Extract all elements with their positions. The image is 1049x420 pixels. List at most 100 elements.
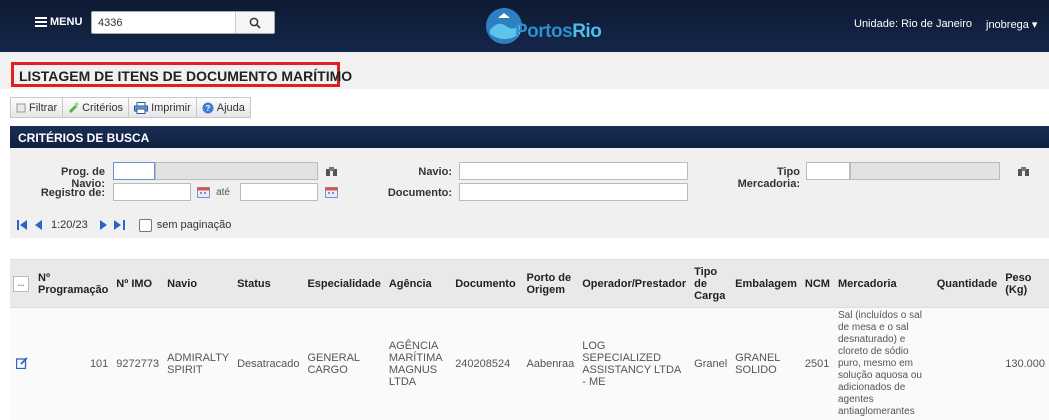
brand-part1: Portos — [515, 21, 572, 42]
cell-navio: ADMIRALTY SPIRIT — [163, 308, 233, 420]
cell-especialidade: GENERAL CARGO — [303, 308, 384, 420]
column-options-label: ... — [18, 279, 25, 288]
column-header-programacao[interactable]: Nº Programação — [34, 260, 112, 308]
help-button[interactable]: ? Ajuda — [196, 97, 251, 118]
search-icon — [249, 17, 261, 29]
cell-embalagem: GRANEL SOLIDO — [731, 308, 801, 420]
menu-button[interactable]: MENU — [35, 15, 82, 29]
global-search — [91, 11, 275, 34]
binoculars-icon — [1017, 166, 1030, 177]
column-header-embalagem[interactable]: Embalagem — [731, 260, 801, 308]
registro-from-input[interactable] — [113, 183, 191, 201]
cell-tipo-carga: Granel — [690, 308, 731, 420]
column-header-navio[interactable]: Navio — [163, 260, 233, 308]
column-header-status[interactable]: Status — [233, 260, 303, 308]
table-row[interactable]: 101 9272773 ADMIRALTY SPIRIT Desatracado… — [10, 308, 1049, 420]
tipo-mercadoria-lookup-button[interactable] — [1014, 162, 1032, 180]
first-page-button[interactable] — [15, 218, 29, 232]
column-header-porto-origem[interactable]: Porto de Origem — [523, 260, 579, 308]
ate-label: até — [216, 187, 230, 198]
results-table: ... Nº Programação Nº IMO Navio Status E… — [10, 259, 1049, 420]
criteria-label: Critérios — [82, 102, 123, 114]
unit-label: Unidade: Rio de Janeiro — [854, 18, 972, 30]
prog-navio-description — [155, 162, 318, 180]
column-header-documento[interactable]: Documento — [451, 260, 522, 308]
column-header-mercadoria[interactable]: Mercadoria — [834, 260, 933, 308]
navio-label: Navio: — [400, 166, 452, 178]
registro-label: Registro de: — [30, 187, 105, 199]
criteria-icon — [68, 102, 79, 113]
column-header-imo[interactable]: Nº IMO — [112, 260, 163, 308]
page-range: 1:20/23 — [51, 219, 88, 231]
svg-text:?: ? — [205, 104, 210, 113]
user-menu[interactable]: jnobrega ▾ — [986, 18, 1037, 31]
page-title: LISTAGEM DE ITENS DE DOCUMENTO MARÍTIMO — [11, 62, 340, 87]
search-input[interactable] — [92, 12, 244, 33]
registro-to-input[interactable] — [240, 183, 318, 201]
column-header-peso[interactable]: Peso (Kg) — [1001, 260, 1049, 308]
filter-label: Filtrar — [29, 102, 57, 114]
criteria-button[interactable]: Critérios — [62, 97, 129, 118]
prev-page-button[interactable] — [32, 218, 46, 232]
column-header-tipo-carga[interactable]: Tipo de Carga — [690, 260, 731, 308]
row-edit-cell[interactable] — [10, 308, 34, 420]
documento-input[interactable] — [459, 183, 688, 201]
tipo-mercadoria-description — [850, 162, 1000, 180]
search-button[interactable] — [235, 12, 274, 33]
column-header-quantidade[interactable]: Quantidade — [933, 260, 1002, 308]
print-label: Imprimir — [151, 102, 191, 114]
printer-icon — [134, 102, 148, 114]
cell-status: Desatracado — [233, 308, 303, 420]
column-header-ncm[interactable]: NCM — [801, 260, 834, 308]
column-options-button[interactable]: ... — [13, 276, 29, 292]
filter-icon — [16, 103, 26, 113]
registro-from-calendar-button[interactable] — [194, 183, 212, 201]
cell-programacao: 101 — [34, 308, 112, 420]
criteria-header: CRITÉRIOS DE BUSCA — [10, 126, 1049, 148]
help-icon: ? — [202, 102, 214, 114]
navio-input[interactable] — [459, 162, 688, 180]
cell-mercadoria: Sal (incluídos o sal de mesa e o sal des… — [834, 308, 933, 420]
next-page-icon — [99, 220, 107, 230]
top-navbar: MENU PortosRio Unidade: Rio de Janeiro j… — [0, 0, 1049, 52]
pagination-bar: 1:20/23 sem paginação — [15, 218, 231, 232]
no-pagination-checkbox[interactable] — [139, 219, 152, 232]
cell-imo: 9272773 — [112, 308, 163, 420]
last-page-button[interactable] — [113, 218, 127, 232]
binoculars-icon — [325, 166, 338, 177]
prog-navio-lookup-button[interactable] — [322, 162, 340, 180]
cell-peso: 130.000 — [1001, 308, 1049, 420]
documento-label: Documento: — [380, 187, 452, 199]
edit-icon[interactable] — [16, 357, 28, 369]
user-name: jnobrega — [986, 19, 1029, 31]
print-button[interactable]: Imprimir — [128, 97, 197, 118]
column-header-operador[interactable]: Operador/Prestador — [578, 260, 690, 308]
registro-to-calendar-button[interactable] — [322, 183, 340, 201]
cell-quantidade — [933, 308, 1002, 420]
menu-label: MENU — [50, 16, 82, 28]
cell-ncm: 2501 — [801, 308, 834, 420]
calendar-icon — [197, 186, 210, 198]
column-header-agencia[interactable]: Agência — [385, 260, 451, 308]
tipo-mercadoria-input[interactable] — [806, 162, 850, 180]
column-header-select[interactable]: ... — [10, 260, 34, 308]
next-page-button[interactable] — [96, 218, 110, 232]
cell-porto-origem: Aabenraa — [523, 308, 579, 420]
brand-part2: Rio — [572, 21, 601, 42]
action-toolbar: Filtrar Critérios Imprimir ? Ajuda — [10, 97, 250, 117]
cell-documento: 240208524 — [451, 308, 522, 420]
first-page-icon — [17, 220, 28, 230]
cell-operador: LOG SEPECIALIZED ASSISTANCY LTDA - ME — [578, 308, 690, 420]
filter-button[interactable]: Filtrar — [10, 97, 63, 118]
calendar-icon — [325, 186, 338, 198]
help-label: Ajuda — [217, 102, 245, 114]
caret-down-icon: ▾ — [1032, 19, 1038, 31]
prog-navio-input[interactable] — [113, 162, 155, 180]
tipo-mercadoria-label: Tipo Mercadoria: — [712, 166, 800, 190]
last-page-icon — [114, 220, 125, 230]
hamburger-icon — [35, 15, 47, 29]
column-header-especialidade[interactable]: Especialidade — [303, 260, 384, 308]
prev-page-icon — [35, 220, 43, 230]
cell-agencia: AGÊNCIA MARÍTIMA MAGNUS LTDA — [385, 308, 451, 420]
brand-name: PortosRio — [515, 21, 601, 43]
